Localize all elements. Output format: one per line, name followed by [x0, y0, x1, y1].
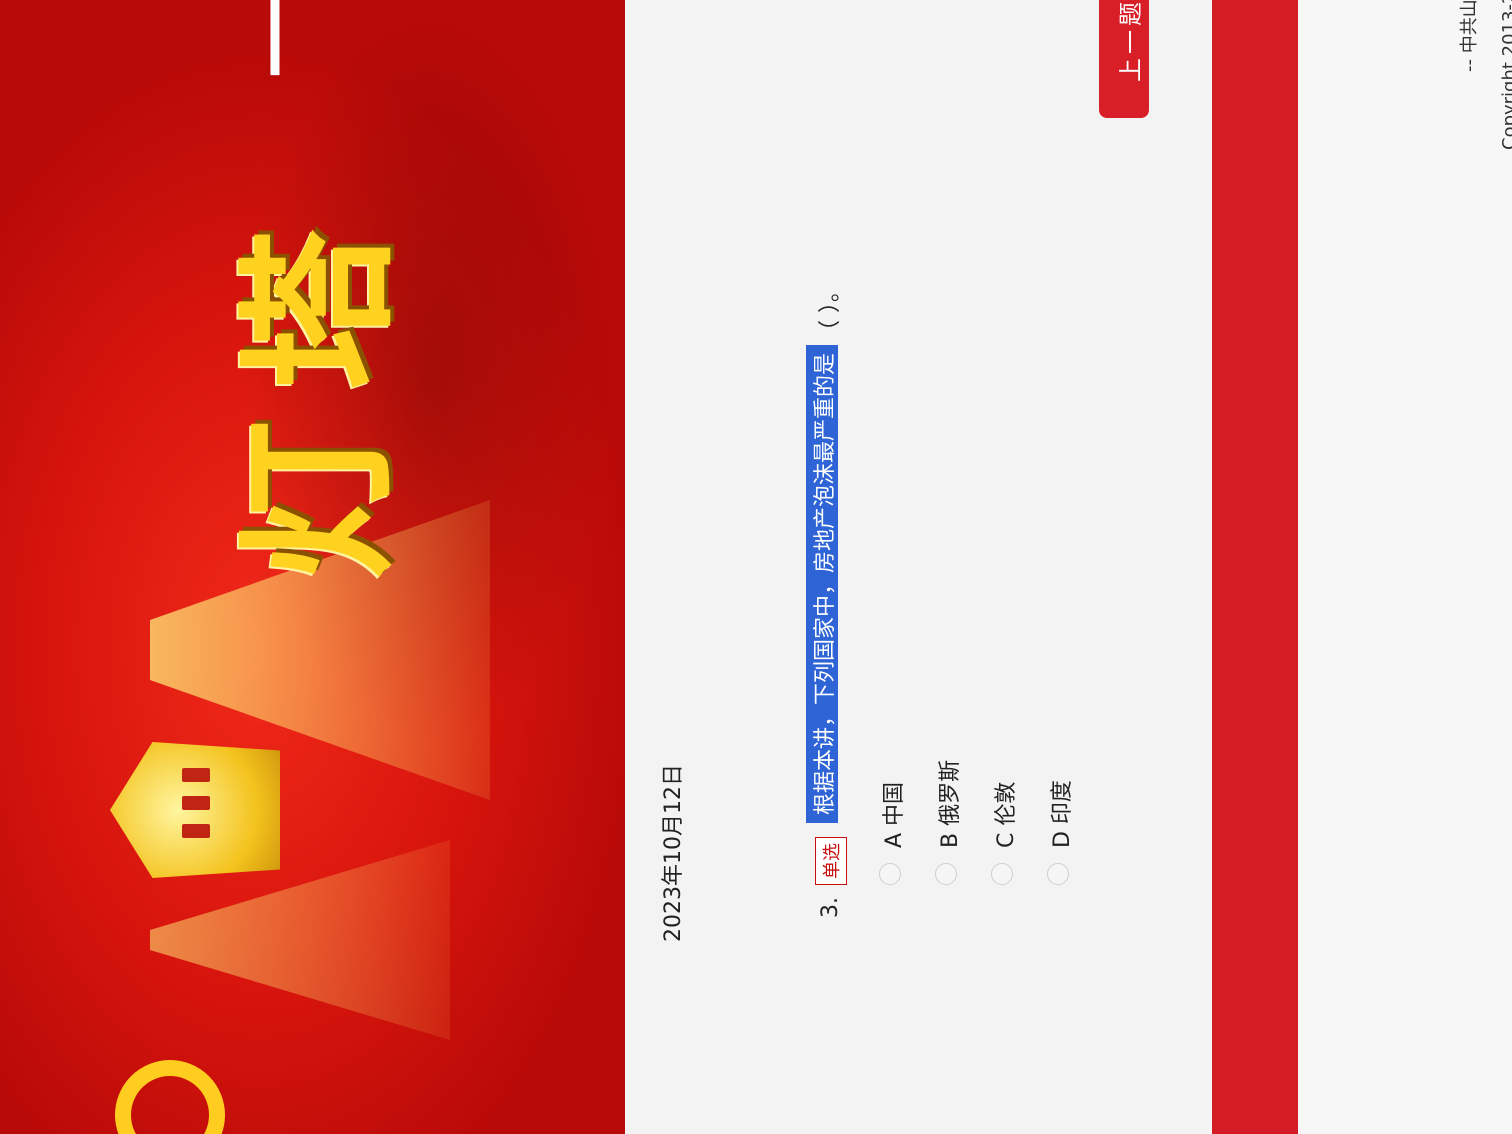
quiz-panel [625, 0, 1215, 1134]
question-text-tail: （ ）。 [818, 280, 843, 342]
quiz-date: 2023年10月12日 [661, 764, 686, 942]
lighthouse-window [182, 796, 210, 810]
banner-subtitle: 一 D [190, 0, 350, 80]
side-stripe [1212, 0, 1298, 1134]
footer-org: -- 中共山 [1459, 0, 1480, 72]
question-text-selected[interactable]: 根据本讲，下列国家中，房地产泡沫最严重的是 [806, 344, 838, 823]
question-type-badge: 单选 [815, 837, 847, 885]
lighthouse-icon [110, 742, 280, 878]
option-b-radio[interactable] [935, 863, 957, 885]
option-c-label[interactable]: C 伦敦 [988, 782, 1020, 848]
option-c-radio[interactable] [991, 863, 1013, 885]
footer-copyright: Copyright 2013-2017 中 [1499, 0, 1512, 150]
option-b-label[interactable]: B 俄罗斯 [932, 760, 964, 848]
prev-question-label: 上一题 [1117, 0, 1145, 82]
question-number: 3. [818, 897, 843, 918]
lighthouse-window [182, 824, 210, 838]
option-d-label[interactable]: D 印度 [1044, 780, 1076, 848]
option-a-label[interactable]: A 中国 [876, 782, 908, 848]
header-banner: 灯塔 一 D [0, 0, 640, 1134]
emblem-icon [115, 1060, 225, 1134]
option-a-radio[interactable] [879, 863, 901, 885]
option-d-radio[interactable] [1047, 863, 1069, 885]
prev-question-button[interactable]: 上一题 [1099, 0, 1149, 118]
banner-title: 灯塔 [225, 199, 413, 580]
page: 灯塔 一 D 2023年10月12日 3. 单选 根据本讲，下列国家中，房地产泡… [0, 0, 1512, 1134]
lighthouse-window [182, 768, 210, 782]
footer [1298, 0, 1512, 1134]
